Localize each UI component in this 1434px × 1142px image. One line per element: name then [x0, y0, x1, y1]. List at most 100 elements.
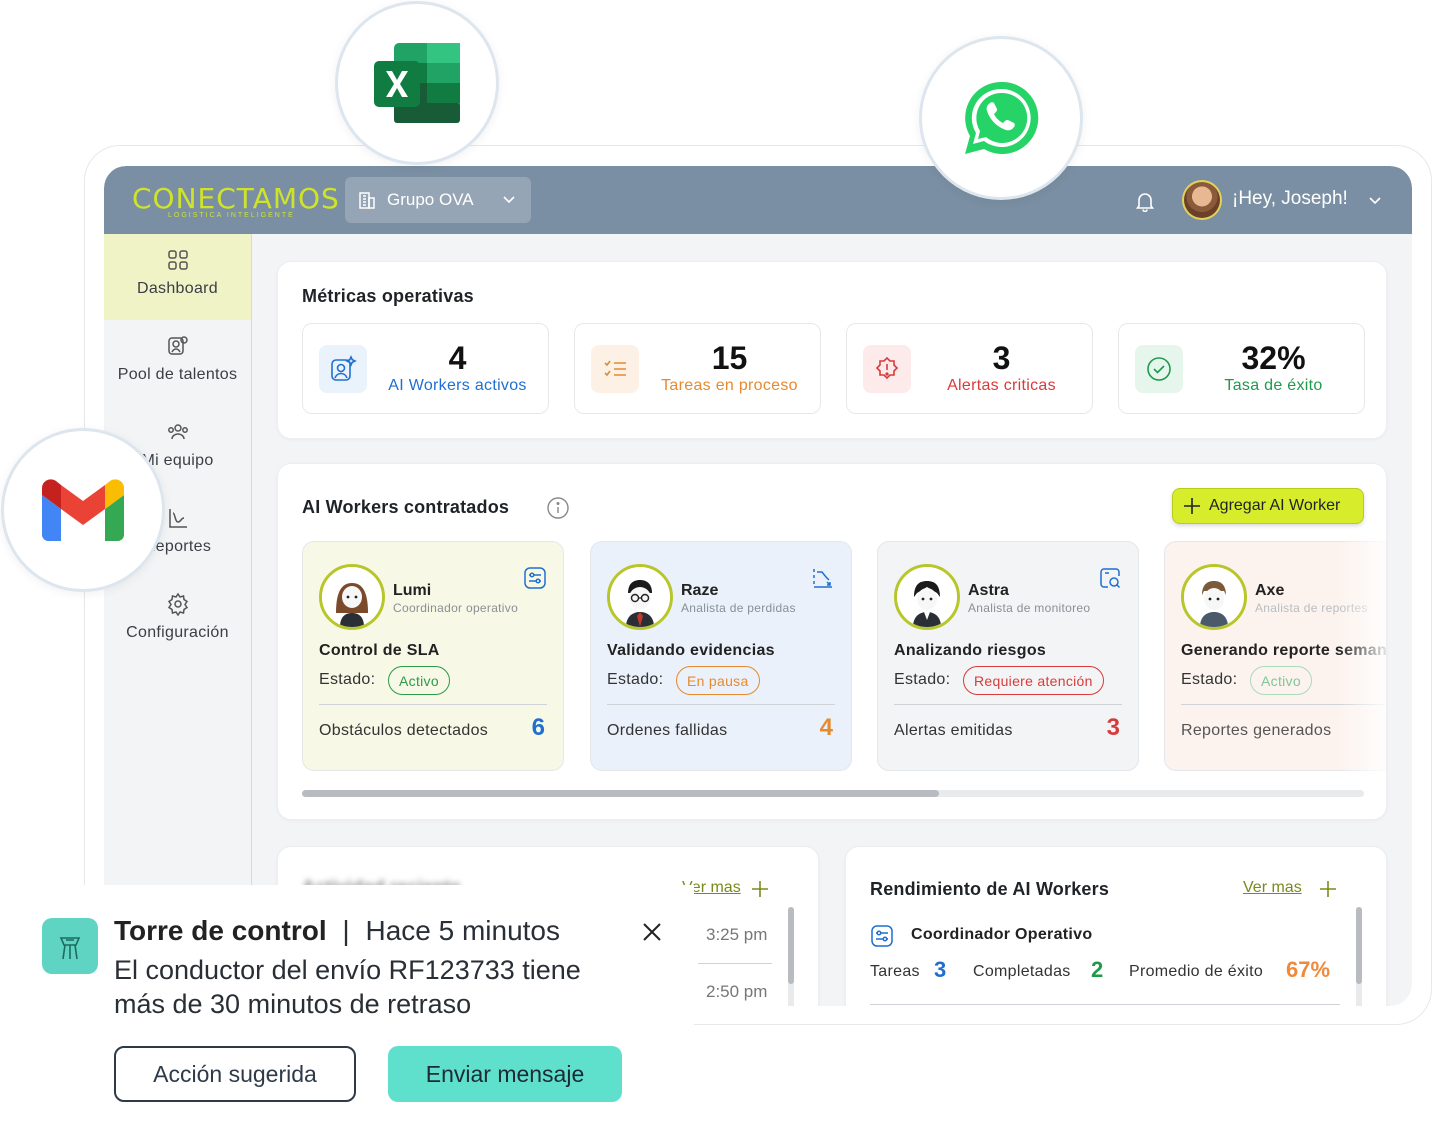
grid-icon — [167, 250, 188, 270]
worker-card[interactable]: Raze Analista de perdidas Validando evid… — [590, 541, 852, 771]
worker-footer-label: Ordenes fallidas — [607, 722, 728, 739]
completed-value: 2 — [1091, 957, 1104, 982]
tasks-value: 3 — [934, 957, 947, 982]
metric-card[interactable]: 15 Tareas en proceso — [574, 323, 821, 414]
worker-avatar — [1181, 564, 1247, 630]
worker-role: Coordinador operativo — [393, 601, 519, 615]
metric-card[interactable]: 4 AI Workers activos — [302, 323, 549, 414]
check-circle-icon — [1135, 345, 1183, 393]
sidebar-item-label: Dashboard — [137, 280, 218, 297]
metric-card[interactable]: 32% Tasa de éxito — [1118, 323, 1365, 414]
worker-name: Lumi — [393, 582, 432, 599]
worker-card[interactable]: Astra Analista de monitoreo Analizando r… — [877, 541, 1139, 771]
plus-icon[interactable] — [1318, 879, 1338, 899]
worker-state-label: Estado: — [319, 671, 376, 688]
scrollbar-thumb[interactable] — [302, 790, 940, 797]
logo-subtitle: LOGISTICA INTELIGENTE — [168, 212, 295, 219]
building-icon — [359, 192, 375, 209]
worker-footer-label: Obstáculos detectados — [319, 722, 489, 739]
worker-state-label: Estado: — [1181, 671, 1238, 688]
plus-icon — [1184, 498, 1200, 514]
team-icon — [167, 424, 188, 440]
worker-count: 6 — [531, 714, 545, 741]
plus-icon[interactable] — [750, 879, 770, 899]
control-tower-icon — [42, 918, 98, 974]
org-selector[interactable]: Grupo OVA — [345, 177, 531, 223]
worker-footer-label: Alertas emitidas — [894, 722, 1013, 739]
worker-count: 3 — [1106, 714, 1120, 741]
user-search-icon — [167, 336, 188, 355]
sidebar-item-pool[interactable]: Pool de talentos — [104, 320, 251, 406]
app-window: CONECTAMOS LOGISTICA INTELIGENTE Grupo O… — [104, 166, 1412, 1006]
notification-message: El conductor del envío RF123733 tiene má… — [114, 955, 581, 1019]
sidebar-item-label: Pool de talentos — [117, 366, 238, 383]
metric-value: 15 — [711, 340, 748, 376]
metric-value: 3 — [992, 340, 1011, 376]
status-badge: Requiere atención — [963, 666, 1104, 695]
excel-icon — [374, 43, 460, 123]
metric-label: AI Workers activos — [388, 377, 527, 394]
metric-label: Alertas criticas — [947, 377, 1056, 394]
suggested-action-button[interactable]: Acción sugerida — [114, 1046, 356, 1102]
excel-bubble[interactable] — [335, 1, 499, 165]
vertical-scrollbar[interactable] — [788, 907, 794, 1006]
ai-worker-icon — [319, 345, 367, 393]
metric-value: 32% — [1241, 340, 1306, 376]
gmail-icon — [42, 479, 124, 541]
notification-source: Torre de control — [114, 915, 327, 946]
performance-title: Rendimiento de AI Workers — [870, 879, 1110, 899]
horizontal-scrollbar[interactable] — [302, 790, 1364, 797]
metrics-panel: Métricas operativas 4 AI Workers activos… — [277, 261, 1387, 439]
bell-icon[interactable] — [1134, 190, 1156, 212]
chevron-down-icon[interactable] — [1367, 192, 1383, 208]
close-icon[interactable] — [640, 920, 664, 944]
performance-more-link[interactable]: Ver mas — [1243, 879, 1302, 897]
sidebar-item-dashboard[interactable]: Dashboard — [104, 234, 251, 320]
tasks-label: Tareas — [870, 963, 920, 980]
notification-time: Hace 5 minutos — [365, 915, 561, 946]
workflow-icon — [524, 567, 546, 589]
info-icon[interactable] — [546, 496, 570, 520]
metric-label: Tareas en proceso — [661, 377, 798, 394]
worker-task: Analizando riesgos — [894, 642, 1047, 659]
user-greeting[interactable]: ¡Hey, Joseph! — [1232, 188, 1348, 210]
sidebar-item-settings[interactable]: Configuración — [104, 578, 251, 664]
metric-value: 4 — [448, 340, 467, 376]
gear-icon — [167, 592, 188, 616]
worker-name: Astra — [968, 582, 1009, 599]
brand-logo[interactable]: CONECTAMOS LOGISTICA INTELIGENTE — [132, 182, 339, 222]
status-badge: Activo — [388, 666, 450, 695]
add-worker-button[interactable]: Agregar AI Worker — [1172, 488, 1364, 524]
add-worker-label: Agregar AI Worker — [1209, 497, 1341, 514]
worker-state-label: Estado: — [894, 671, 951, 688]
metric-label: Tasa de éxito — [1224, 377, 1323, 394]
chart-icon — [168, 509, 187, 528]
worker-task: Validando evidencias — [607, 642, 775, 659]
notification-separator: | — [342, 915, 350, 946]
logo-text: CONECTAMOS — [132, 182, 340, 215]
worker-footer-label: Reportes generados — [1181, 722, 1332, 739]
funnel-chart-icon — [813, 569, 832, 588]
workflow-icon — [871, 925, 893, 947]
workers-title: AI Workers contratados — [302, 497, 510, 517]
worker-avatar — [319, 564, 385, 630]
whatsapp-icon — [962, 79, 1040, 156]
chevron-down-icon — [503, 196, 515, 204]
sidebar-item-label: Configuración — [126, 624, 229, 641]
gmail-bubble[interactable] — [1, 428, 165, 592]
vertical-scrollbar[interactable] — [1356, 907, 1362, 1006]
metric-card[interactable]: 3 Alertas criticas — [846, 323, 1093, 414]
whatsapp-bubble[interactable] — [919, 36, 1083, 200]
top-bar: CONECTAMOS LOGISTICA INTELIGENTE Grupo O… — [104, 166, 1412, 234]
alert-badge-icon — [863, 345, 911, 393]
avg-success-value: 67% — [1286, 957, 1331, 982]
user-avatar[interactable] — [1182, 180, 1222, 220]
notification-header: Torre de control | Hace 5 minutos — [114, 915, 560, 947]
performance-row-title: Coordinador Operativo — [911, 926, 1093, 943]
status-badge: En pausa — [676, 666, 760, 695]
worker-card[interactable]: Lumi Coordinador operativo Control de SL… — [302, 541, 564, 771]
checklist-icon — [591, 345, 639, 393]
status-badge: Activo — [1250, 666, 1312, 695]
worker-state-label: Estado: — [607, 671, 664, 688]
send-message-button[interactable]: Enviar mensaje — [388, 1046, 622, 1102]
